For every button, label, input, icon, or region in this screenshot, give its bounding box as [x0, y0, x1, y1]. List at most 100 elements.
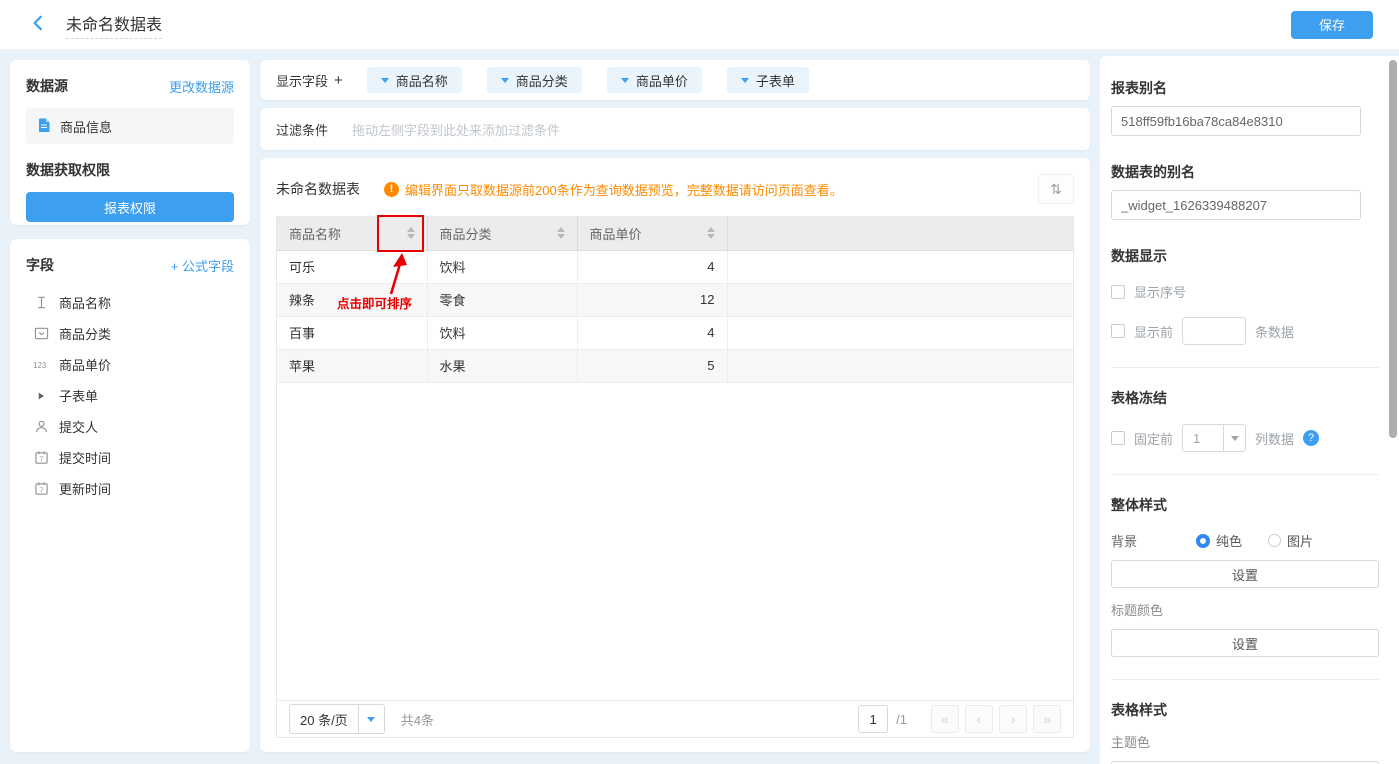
- page-number-input[interactable]: [858, 705, 889, 733]
- chip-label: 商品名称: [395, 73, 448, 89]
- freeze-suffix: 列数据: [1255, 431, 1295, 447]
- settings-panel: 报表别名 数据表的别名 数据显示 显示序号 显示前 条数据 表格冻结 固定前 1…: [1100, 56, 1399, 764]
- back-button[interactable]: [26, 13, 50, 37]
- select-field-icon: [32, 326, 50, 341]
- display-field-chip[interactable]: 商品单价: [606, 67, 702, 93]
- pagination-bar: 20 条/页 共4条 /1 « ‹ › »: [277, 700, 1073, 737]
- field-list-item[interactable]: 7 提交时间: [26, 442, 234, 473]
- display-field-chip[interactable]: 子表单: [726, 67, 809, 93]
- next-page-button[interactable]: ›: [999, 705, 1027, 733]
- field-list-item[interactable]: 商品名称: [26, 287, 234, 318]
- field-list-item[interactable]: 提交人: [26, 411, 234, 442]
- report-permission-button[interactable]: 报表权限: [26, 192, 234, 222]
- show-first-prefix: 显示前: [1134, 324, 1174, 340]
- display-fields-card: 显示字段 + 商品名称 商品分类 商品单价 子表单: [260, 60, 1090, 100]
- field-list: 商品名称 商品分类 123 商品单价 子表单 提交人 7 提交时间 7 更新时间: [26, 287, 234, 504]
- show-first-count-input[interactable]: [1182, 317, 1247, 345]
- page-size-select[interactable]: 20 条/页: [289, 704, 385, 734]
- table-title: 未命名数据表: [276, 181, 360, 197]
- table-cell: 零食: [427, 283, 578, 317]
- column-label: 商品名称: [289, 226, 342, 242]
- last-page-icon: »: [1043, 711, 1051, 727]
- field-list-item[interactable]: 7 更新时间: [26, 473, 234, 504]
- table-header-cell-empty: [727, 217, 1073, 251]
- divider: [1111, 474, 1379, 475]
- prev-page-button[interactable]: ‹: [965, 705, 993, 733]
- svg-text:7: 7: [39, 487, 43, 494]
- table-cell-empty: [727, 316, 1073, 350]
- chevron-down-icon: [740, 77, 749, 83]
- first-page-button[interactable]: «: [931, 705, 959, 733]
- table-row[interactable]: 百事 饮料 4: [277, 316, 1073, 350]
- divider: [1111, 679, 1379, 680]
- table-cell: 饮料: [427, 316, 578, 350]
- table-header-cell: 商品单价: [577, 217, 728, 251]
- chip-label: 商品单价: [635, 73, 688, 89]
- title-color-setting-button[interactable]: 设置: [1111, 629, 1379, 657]
- table-wrap: 商品名称 商品分类 商品单价 可乐 饮料 4 辣条 零食 12 百事 饮料 4 苹果 水果 5 点击即可排…: [276, 215, 1074, 738]
- table-cell: 水果: [427, 349, 578, 383]
- table-sort-tool-button[interactable]: ⇅: [1038, 174, 1074, 204]
- chevron-left-icon: [29, 14, 47, 35]
- save-button[interactable]: 保存: [1291, 10, 1373, 39]
- freeze-checkbox[interactable]: [1111, 431, 1125, 445]
- page-title[interactable]: 未命名数据表: [66, 11, 163, 39]
- sort-icon[interactable]: [706, 227, 715, 240]
- freeze-count-value: 1: [1193, 430, 1201, 446]
- table-style-title: 表格样式: [1111, 702, 1167, 718]
- change-datasource-link[interactable]: 更改数据源: [169, 77, 234, 96]
- report-alias-label: 报表别名: [1111, 80, 1167, 96]
- overall-style-title: 整体样式: [1111, 497, 1167, 513]
- chevron-down-icon: [500, 77, 509, 83]
- table-row[interactable]: 苹果 水果 5: [277, 349, 1073, 383]
- scrollbar-thumb[interactable]: [1389, 60, 1397, 438]
- datasource-item-label: 商品信息: [60, 119, 113, 135]
- add-formula-field-link[interactable]: + 公式字段: [171, 256, 234, 275]
- filter-card[interactable]: 过滤条件 拖动左侧字段到此处来添加过滤条件: [260, 108, 1090, 150]
- field-list-item[interactable]: 商品分类: [26, 318, 234, 349]
- display-field-chip[interactable]: 商品分类: [486, 67, 582, 93]
- show-index-checkbox[interactable]: [1111, 284, 1125, 299]
- annotation-text: 点击即可排序: [337, 297, 413, 311]
- left-sidebar: 数据源 更改数据源 商品信息 数据获取权限 报表权限 字段 + 公式字段 商品名…: [10, 60, 250, 752]
- table-cell: 百事: [277, 316, 428, 350]
- field-list-item[interactable]: 子表单: [26, 380, 234, 411]
- datasource-item[interactable]: 商品信息: [26, 108, 234, 144]
- help-icon[interactable]: ?: [1303, 430, 1320, 446]
- report-alias-input[interactable]: [1111, 106, 1361, 136]
- caret-up-icon: [556, 227, 565, 233]
- display-field-chip[interactable]: 商品名称: [366, 67, 462, 93]
- add-display-field-icon[interactable]: +: [334, 72, 343, 89]
- freeze-count-select[interactable]: 1: [1182, 424, 1247, 452]
- permission-title: 数据获取权限: [26, 162, 110, 178]
- warning-text: 编辑界面只取数据源前200条作为查询数据预览，完整数据请访问页面查看。: [405, 182, 843, 198]
- caret-down-icon: [556, 234, 565, 240]
- field-item-label: 提交时间: [59, 451, 112, 466]
- image-radio[interactable]: 图片: [1268, 531, 1313, 550]
- annotation-arrow: [389, 253, 407, 295]
- background-setting-button[interactable]: 设置: [1111, 560, 1379, 588]
- next-page-icon: ›: [1010, 711, 1016, 727]
- field-list-item[interactable]: 123 商品单价: [26, 349, 234, 380]
- chevron-down-icon: [380, 77, 389, 83]
- table-cell: 5: [577, 349, 728, 383]
- solid-color-radio[interactable]: 纯色: [1196, 531, 1242, 550]
- date-field-icon: 7: [32, 450, 50, 465]
- table-cell-empty: [727, 250, 1073, 284]
- subform-field-icon: [32, 390, 50, 402]
- column-label: 商品分类: [439, 226, 492, 242]
- fields-title: 字段: [26, 257, 54, 273]
- warning-banner: ! 编辑界面只取数据源前200条作为查询数据预览，完整数据请访问页面查看。: [384, 180, 843, 199]
- caret-down-icon: [706, 234, 715, 240]
- data-display-title: 数据显示: [1111, 248, 1167, 264]
- last-page-button[interactable]: »: [1033, 705, 1061, 733]
- table-alias-input[interactable]: [1111, 190, 1361, 220]
- show-first-checkbox[interactable]: [1111, 324, 1125, 338]
- title-color-label: 标题颜色: [1111, 603, 1164, 618]
- annotation-highlight-box: [377, 215, 424, 252]
- sort-icon[interactable]: [556, 227, 565, 240]
- table-cell: 4: [577, 250, 728, 284]
- freeze-prefix: 固定前: [1134, 431, 1174, 447]
- pagination-nav: « ‹ › »: [931, 705, 1061, 733]
- app-root: 未命名数据表 保存 数据源 更改数据源 商品信息 数据获取权限 报表权限 字段 …: [0, 0, 1399, 764]
